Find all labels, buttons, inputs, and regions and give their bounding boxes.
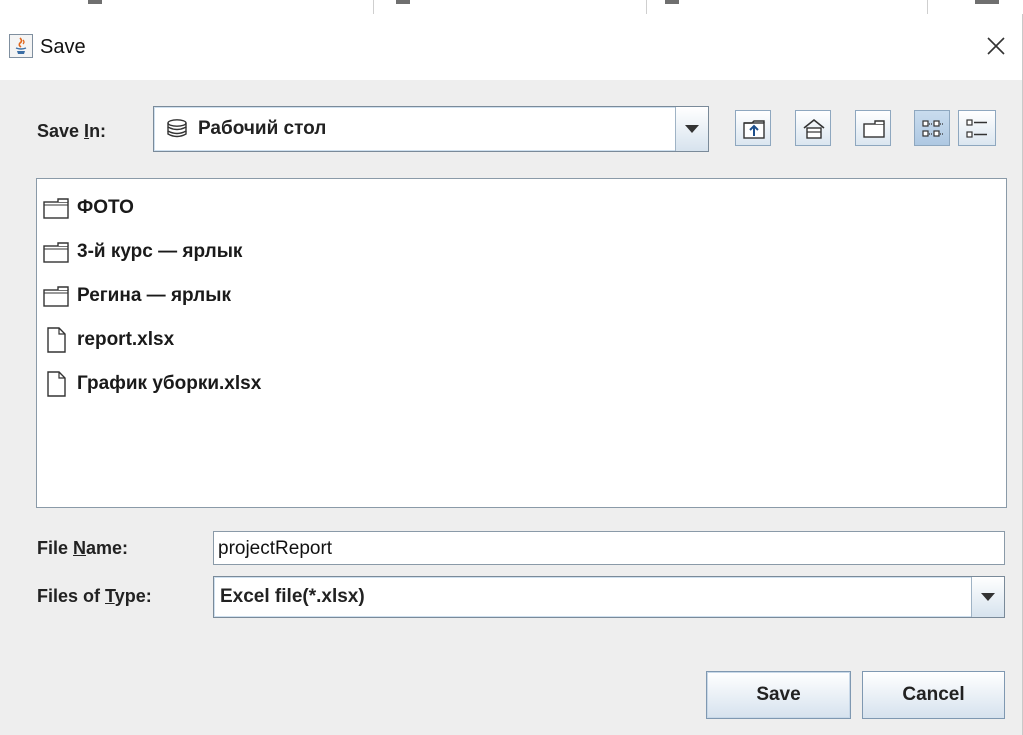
close-icon [987,37,1005,55]
file-icon [47,371,66,397]
chevron-down-icon [981,593,995,601]
folder-icon [43,242,69,263]
file-type-combobox[interactable]: Excel file(*.xlsx) [213,576,1005,618]
file-type-label: Files of Type: [37,586,152,606]
list-view-button[interactable] [914,110,950,146]
file-name-label: File Name: [37,538,129,558]
file-type-value: Excel file(*.xlsx) [220,586,365,607]
list-item[interactable]: 3-й курс — ярлык [43,237,242,267]
background-fragment [665,0,679,4]
save-in-combobox[interactable]: Рабочий стол [153,106,709,152]
list-item[interactable]: ФОТО [43,193,134,223]
background-window-strip [0,0,1023,15]
save-in-dropdown-button[interactable] [675,107,708,151]
details-view-icon [966,119,987,138]
background-divider [646,0,647,14]
save-dialog: Save Save In: Рабочий стол ФОТО 3-й курс… [0,14,1023,735]
file-name: ФОТО [77,197,134,218]
list-item[interactable]: report.xlsx [43,325,174,355]
window-title: Save [40,36,86,58]
background-divider [927,0,928,14]
file-name-input[interactable] [214,532,1004,564]
home-icon [803,118,825,139]
background-fragment [396,0,410,4]
background-fragment [975,0,999,4]
save-in-label: Save In: [37,121,107,141]
file-name-field-wrapper [213,531,1005,565]
new-folder-button[interactable] [855,110,891,146]
file-name: График уборки.xlsx [77,373,262,394]
file-icon [47,327,66,353]
file-name: report.xlsx [77,329,175,350]
title-bar: Save [0,14,1022,80]
folder-icon [43,286,69,307]
up-one-level-button[interactable] [735,110,771,146]
file-type-dropdown-button[interactable] [971,577,1004,617]
list-item[interactable]: Регина — ярлык [43,281,231,311]
background-divider [373,0,374,14]
home-button[interactable] [795,110,831,146]
list-item[interactable]: График уборки.xlsx [43,369,261,399]
java-app-icon [9,34,33,58]
file-name: 3-й курс — ярлык [77,241,243,262]
file-list[interactable]: ФОТО 3-й курс — ярлык Регина — ярлык rep… [36,178,1007,508]
save-in-value: Рабочий стол [198,118,327,139]
cancel-button[interactable]: Cancel [862,671,1005,719]
chevron-down-icon [685,125,699,133]
close-button[interactable] [974,26,1018,66]
list-view-icon [922,120,943,137]
save-button[interactable]: Save [706,671,851,719]
file-name: Регина — ярлык [77,285,231,306]
new-folder-icon [863,120,885,138]
folder-icon [43,198,69,219]
desktop-icon [166,118,188,145]
up-one-level-icon [743,120,765,139]
background-fragment [88,0,102,4]
details-view-button[interactable] [958,110,996,146]
